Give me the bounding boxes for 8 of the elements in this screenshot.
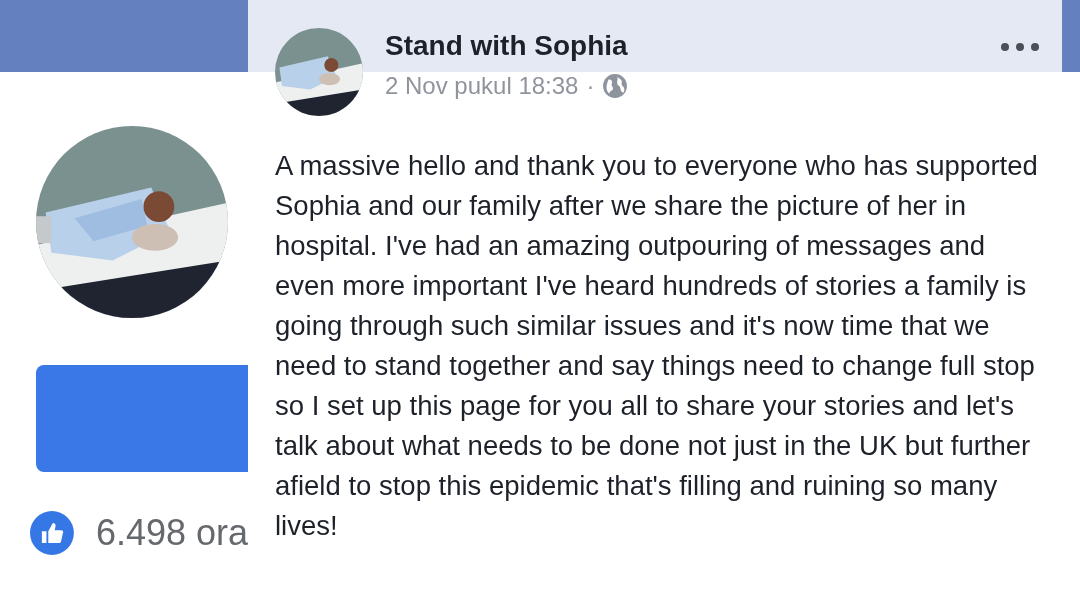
more-icon[interactable]: [1000, 42, 1040, 52]
likes-count: 6.498 ora: [95, 512, 248, 554]
thumbs-up-icon: [30, 509, 74, 557]
post-text: A massive hello and thank you to everyone who has supported Sophia and our family after we share the picture of her in hospital. I've had an amazing outpouring of messages and even more important I've heard hundreds of stories a family is going through such similar issues and it's now time that we need to stand together and say things need to change full stop so I set up this page for you all to share your stories and let's talk about what needs to be done not just in the UK but further afield to stop this epidemic that's filling and ruining so many lives!: [275, 149, 1039, 543]
separator-dot: ·: [586, 72, 595, 100]
page-name[interactable]: Stand with Sophia: [385, 30, 629, 62]
header-bar: [1062, 0, 1080, 72]
globe-icon: [602, 73, 629, 99]
